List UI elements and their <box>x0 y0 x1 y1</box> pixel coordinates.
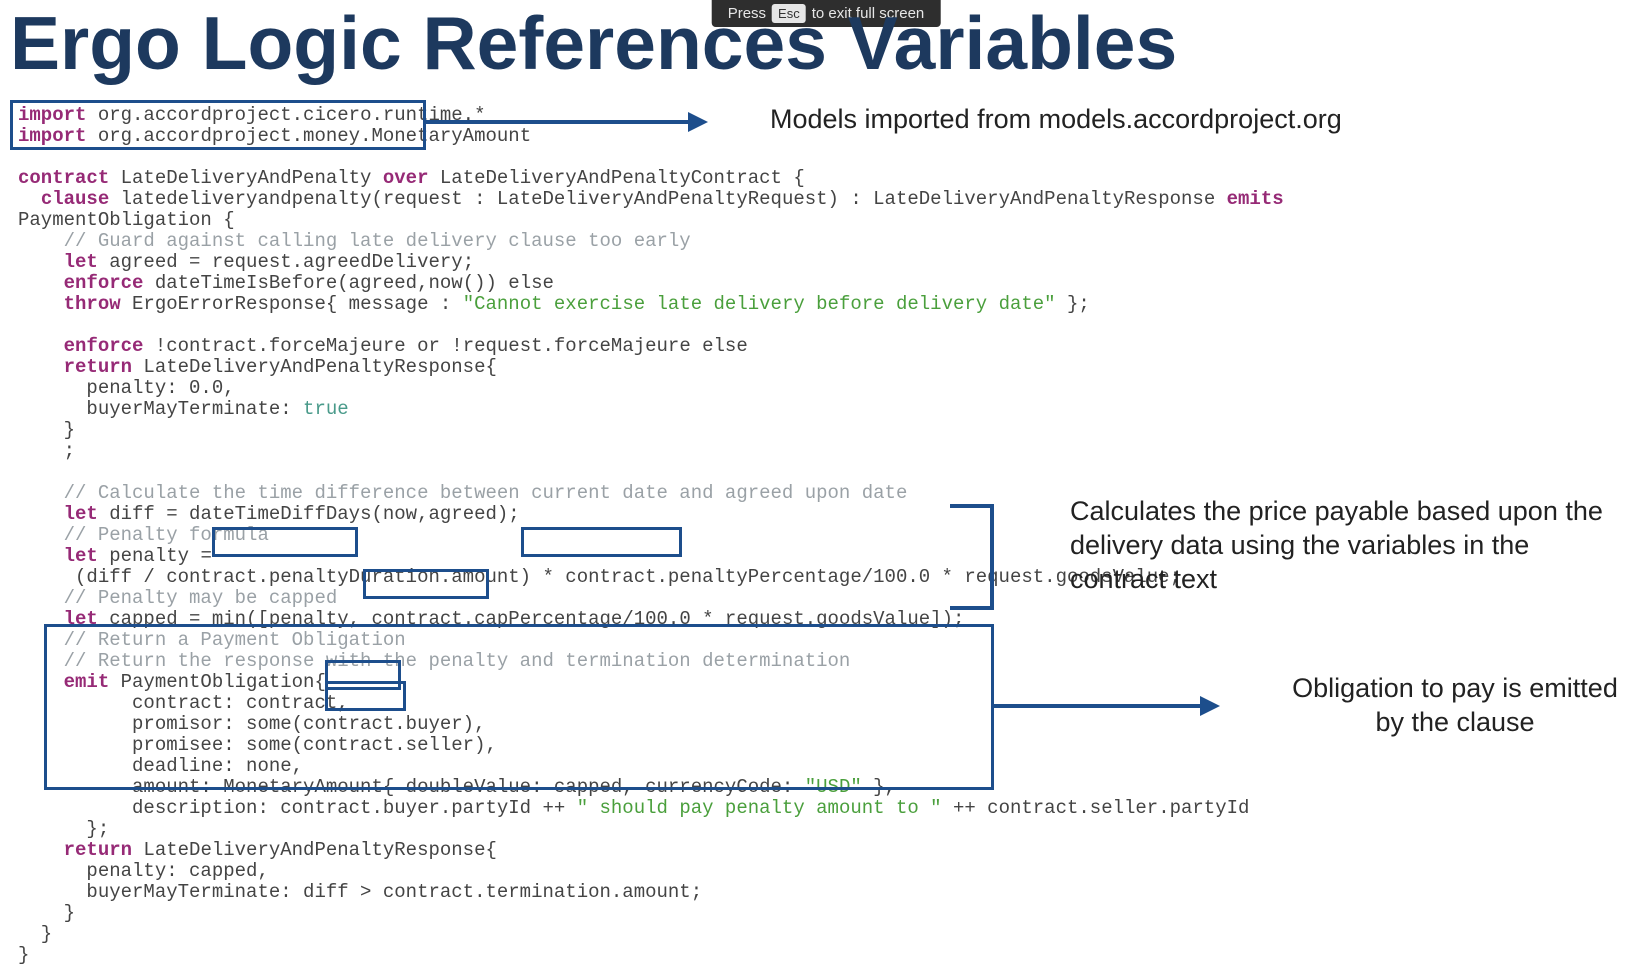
code-text <box>18 839 64 861</box>
code-text: buyerMayTerminate: <box>18 398 303 420</box>
kw-clause: clause <box>41 188 109 210</box>
code-text: description: contract.buyer.partyId ++ <box>18 797 577 819</box>
comment: // Calculate the time difference between… <box>18 482 907 504</box>
code-text: latedeliveryandpenalty(request : LateDel… <box>109 188 1226 210</box>
code-text <box>18 293 64 315</box>
code-text: dateTimeIsBefore(agreed,now()) else <box>143 272 553 294</box>
code-text: } <box>18 902 75 924</box>
code-text: }; <box>18 818 109 840</box>
string: "Cannot exercise late delivery before de… <box>463 293 1056 315</box>
arrow-line-obligation <box>992 704 1202 708</box>
code-text <box>18 356 64 378</box>
code-text <box>18 335 64 357</box>
code-text: !contract.forceMajeure or !request.force… <box>143 335 747 357</box>
code-text: ++ contract.seller.partyId <box>942 797 1250 819</box>
code-text: diff = dateTimeDiffDays(now,agreed); <box>98 503 520 525</box>
code-text: penalty: 0.0, <box>18 377 235 399</box>
arrow-line-imports <box>425 120 690 124</box>
kw-emits: emits <box>1227 188 1284 210</box>
code-text: } <box>18 923 52 945</box>
literal: true <box>303 398 349 420</box>
kw-enforce: enforce <box>64 335 144 357</box>
kw-throw: throw <box>64 293 121 315</box>
highlight-imports-box <box>10 100 426 150</box>
code-text: PaymentObligation { <box>18 209 235 231</box>
code-text: } <box>18 419 75 441</box>
arrow-head-icon <box>1200 696 1220 716</box>
page-title: Ergo Logic References Variables <box>10 0 1177 86</box>
highlight-seller-box <box>325 681 406 711</box>
code-text <box>18 251 64 273</box>
code-text: penalty = <box>98 545 212 567</box>
slide: Press Esc to exit full screen Ergo Logic… <box>0 0 1652 929</box>
code-text: ErgoErrorResponse{ message : <box>121 293 463 315</box>
annotation-imports: Models imported from models.accordprojec… <box>770 103 1342 137</box>
kw-let: let <box>64 503 98 525</box>
kw-let: let <box>64 545 98 567</box>
code-text <box>18 545 64 567</box>
code-text: buyerMayTerminate: diff > contract.termi… <box>18 881 702 903</box>
code-text: } <box>18 944 29 966</box>
code-text <box>18 188 41 210</box>
comment: // Penalty may be capped <box>18 587 337 609</box>
kw-return: return <box>64 839 132 861</box>
code-text: penalty: capped, <box>18 860 269 882</box>
code-text: }; <box>1056 293 1090 315</box>
bracket-icon <box>950 504 994 610</box>
code-text: ; <box>18 440 75 462</box>
kw-over: over <box>383 167 429 189</box>
highlight-penaltyPercentage-box <box>521 527 682 557</box>
arrow-head-icon <box>688 112 708 132</box>
string: " should pay penalty amount to " <box>577 797 942 819</box>
kw-let: let <box>64 251 98 273</box>
code-text: (diff / contract.penaltyDuration.amount)… <box>18 566 1181 588</box>
annotation-calc: Calculates the price payable based upon … <box>1070 495 1630 596</box>
code-text: LateDeliveryAndPenalty <box>109 167 383 189</box>
code-text: agreed = request.agreedDelivery; <box>98 251 474 273</box>
highlight-penaltyDuration-box <box>212 527 358 557</box>
code-text: LateDeliveryAndPenaltyResponse{ <box>132 356 497 378</box>
code-text: LateDeliveryAndPenaltyResponse{ <box>132 839 497 861</box>
highlight-capPercentage-box <box>363 569 489 599</box>
highlight-emit-block-box <box>44 624 994 790</box>
kw-return: return <box>64 356 132 378</box>
annotation-obligation: Obligation to pay is emitted by the clau… <box>1285 672 1625 740</box>
code-text <box>18 272 64 294</box>
kw-enforce: enforce <box>64 272 144 294</box>
kw-contract: contract <box>18 167 109 189</box>
code-text: LateDeliveryAndPenaltyContract { <box>428 167 804 189</box>
comment: // Guard against calling late delivery c… <box>18 230 691 252</box>
code-text <box>18 503 64 525</box>
